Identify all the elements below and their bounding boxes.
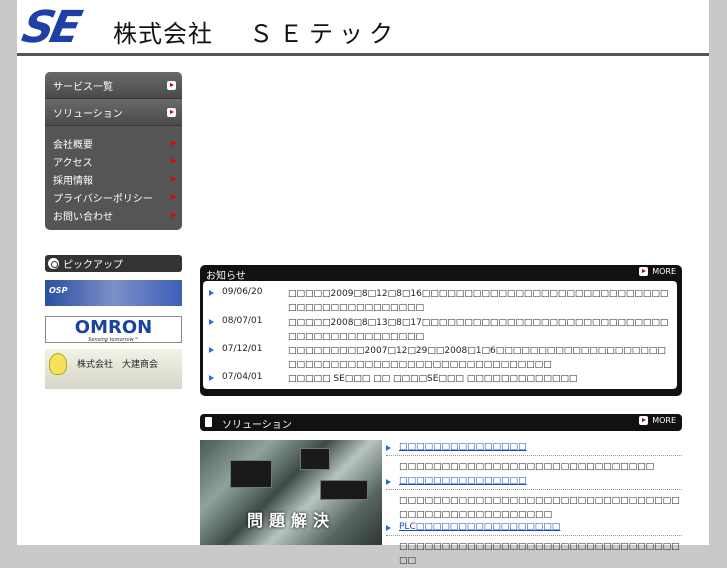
document-icon [205,417,212,427]
menu-item-label: アクセス [53,157,93,169]
play-arrow-icon [167,107,176,117]
news-text: □□□□□2008□8□13□8□17□□□□□□□□□□□□□□□□□□□□□… [288,318,669,342]
news-date: 08/07/01 [222,316,263,326]
pickup-title: ピックアップ [63,260,123,271]
solution-desc: □□□□□□□□□□□□□□□□□□□□□□□□□□□□□□□□□□□□□□□□… [399,496,680,520]
play-arrow-icon [167,80,176,90]
page: SE 株式会社 ＳＥテック サービス一覧 ソリューション 会社概要 アクセス 採… [17,0,709,566]
bullet-arrow-icon [209,290,214,296]
triangle-right-icon [171,176,176,182]
bullet-arrow-icon [209,347,214,353]
solutions-image: 問題解決 [200,440,382,545]
solutions-title: ソリューション [222,420,292,431]
menu-item-solutions[interactable]: ソリューション [45,99,182,126]
more-label: MORE [652,267,676,276]
menu-item-access[interactable]: アクセス [45,152,182,170]
bullet-arrow-icon [209,319,214,325]
magnifier-icon [48,258,59,269]
company-type: 株式会社 [113,20,213,48]
sub-menu: 会社概要 アクセス 採用情報 プライバシーポリシー お問い合わせ [45,126,182,230]
menu-item-privacy[interactable]: プライバシーポリシー [45,188,182,206]
solution-desc: □□□□□□□□□□□□□□□□□□□□□□□□□□□□□□□□□□□ [399,542,680,566]
solutions-heading: ソリューション MORE [200,414,682,431]
menu-item-label: ソリューション [53,108,123,120]
divider [386,489,682,490]
news-text: □□□□□ SE□□□ □□ □□□□SE□□□ □□□□□□□□□□□□□ [288,374,578,384]
menu-item-contact[interactable]: お問い合わせ [45,206,182,224]
omron-tagline: Sensing tomorrow™ [88,337,139,343]
bullet-arrow-icon [209,375,214,381]
divider [386,455,682,456]
light-bulb-icon [49,353,67,375]
solution-link[interactable]: □□□□□□□□□□□□□□□ [399,442,527,452]
news-date: 07/04/01 [222,372,263,382]
menu-item-label: サービス一覧 [53,81,113,93]
menu-item-company[interactable]: 会社概要 [45,134,182,152]
news-title: お知らせ [206,271,246,282]
triangle-right-icon [171,140,176,146]
site-header: SE 株式会社 ＳＥテック [17,0,709,56]
news-more-link[interactable]: MORE [639,267,676,276]
triangle-right-icon [171,194,176,200]
side-menu: サービス一覧 ソリューション 会社概要 アクセス 採用情報 プライバシーポリシー [45,72,182,230]
triangle-right-icon [171,158,176,164]
news-text: □□□□□2009□8□12□8□16□□□□□□□□□□□□□□□□□□□□□… [288,289,669,313]
menu-item-label: 採用情報 [53,175,93,187]
news-date: 07/12/01 [222,344,263,354]
solution-desc: □□□□□□□□□□□□□□□□□□□□□□□□□□□□□□ [399,462,655,472]
menu-item-label: 会社概要 [53,139,93,151]
bullet-arrow-icon [386,445,391,451]
daiken-banner[interactable]: 株式会社 大建商会 [45,349,182,389]
image-caption: 問題解決 [246,511,335,530]
divider [386,535,682,536]
play-arrow-icon [639,416,649,425]
circuit-chip [230,460,272,488]
bullet-arrow-icon [386,479,391,485]
osp-banner-label: OSP [49,286,68,295]
pickup-heading: ピックアップ [45,255,182,272]
omron-logo: OMRON [74,317,153,338]
menu-item-recruit[interactable]: 採用情報 [45,170,182,188]
triangle-right-icon [171,212,176,218]
omron-banner[interactable]: OMRON Sensing tomorrow™ [45,316,182,343]
news-list: 09/06/20 □□□□□2009□8□12□8□16□□□□□□□□□□□□… [203,281,677,389]
solution-link[interactable]: PLC□□□□□□□□□□□□□□□□□ [399,522,560,532]
company-name: ＳＥテック [249,20,399,48]
solutions-more-link[interactable]: MORE [639,416,676,425]
bullet-arrow-icon [386,525,391,531]
circuit-chip [320,480,368,500]
circuit-chip [300,448,330,470]
news-text: □□□□□□□□□2007□12□29□□2008□1□6□□□□□□□□□□□… [288,346,666,370]
menu-item-services[interactable]: サービス一覧 [45,72,182,99]
news-date: 09/06/20 [222,287,263,297]
play-arrow-icon [639,267,649,276]
osp-banner[interactable]: OSP [45,280,182,306]
news-panel: お知らせ MORE 09/06/20 □□□□□2009□8□12□8□16□□… [200,265,682,396]
menu-item-label: お問い合わせ [53,211,113,223]
menu-item-label: プライバシーポリシー [53,193,153,205]
daiken-banner-label: 株式会社 大建商会 [77,360,159,370]
logo-mark[interactable]: SE [18,2,83,53]
more-label: MORE [652,416,676,425]
solution-link[interactable]: □□□□□□□□□□□□□□□ [399,476,527,486]
